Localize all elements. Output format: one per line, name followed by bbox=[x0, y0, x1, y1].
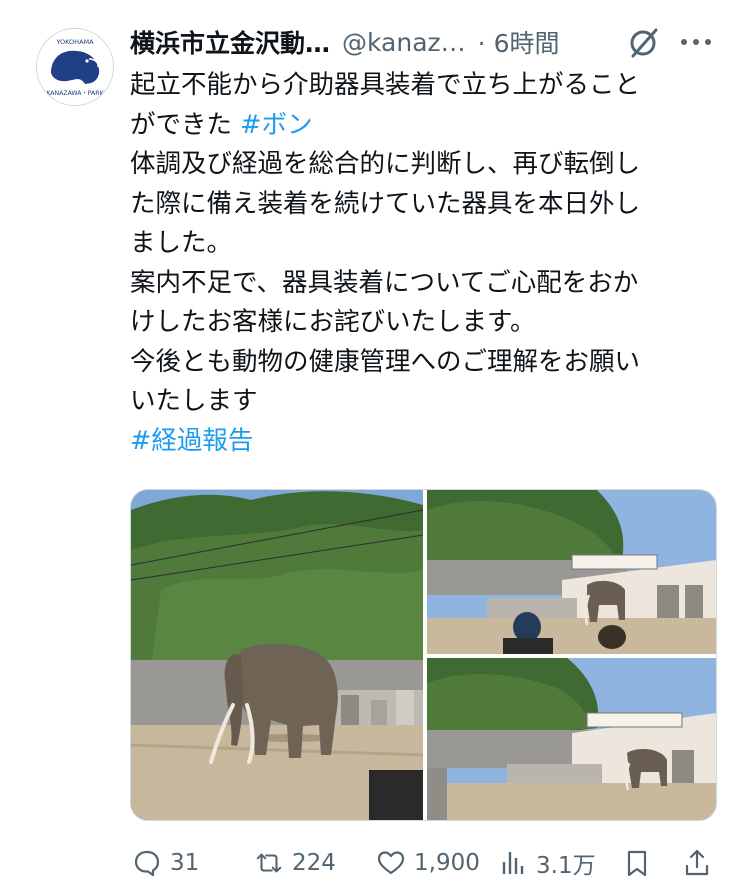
share-button[interactable] bbox=[682, 840, 712, 886]
photo-elephant-building[interactable] bbox=[427, 658, 716, 820]
text-line: 起立不能から介助器具装着で立ち上がること bbox=[130, 70, 641, 100]
avatar[interactable]: YOKOHAMA KANAZAWA・PARK bbox=[36, 28, 114, 106]
bookmark-icon bbox=[627, 850, 647, 877]
text-line: 案内不足で、器具装着についてご心配をおか bbox=[130, 267, 639, 298]
text-line: た際に備え装着を続けていた器具を本日外し bbox=[130, 188, 641, 219]
hashtag-link[interactable]: #ボン bbox=[240, 110, 312, 140]
svg-text:KANAZAWA・PARK: KANAZAWA・PARK bbox=[46, 90, 104, 97]
retweet-button[interactable]: 224 bbox=[254, 840, 336, 886]
text-line: 今後とも動物の健康管理へのご理解をお願い bbox=[130, 346, 641, 377]
text-line: ができた #ボン bbox=[130, 109, 313, 140]
hashtag-link[interactable]: #経過報告 bbox=[130, 426, 253, 456]
display-name[interactable]: 横浜市立金沢動… bbox=[130, 24, 330, 60]
views-count: 3.1万 bbox=[536, 853, 596, 879]
photo-elephant-enclosure[interactable] bbox=[131, 490, 423, 820]
kanazawa-park-logo-icon: YOKOHAMA KANAZAWA・PARK bbox=[39, 31, 111, 103]
views-button[interactable]: 3.1万 bbox=[498, 840, 596, 886]
photo-elephant-visitors[interactable] bbox=[427, 490, 716, 654]
reply-count: 31 bbox=[170, 850, 200, 876]
share-icon bbox=[685, 849, 709, 876]
text-line: 体調及び経過を総合的に判断し、再び転倒し bbox=[130, 149, 641, 179]
svg-text:YOKOHAMA: YOKOHAMA bbox=[55, 38, 94, 46]
retweet-count: 224 bbox=[292, 850, 336, 876]
text-line: ました。 bbox=[130, 228, 233, 258]
grok-icon[interactable] bbox=[626, 26, 662, 60]
bookmark-button[interactable] bbox=[622, 840, 652, 886]
text-line: いたします bbox=[130, 386, 258, 416]
reply-button[interactable]: 31 bbox=[132, 840, 199, 886]
reply-icon bbox=[134, 850, 160, 877]
retweet-icon bbox=[256, 853, 282, 873]
text-line: けしたお客様にお詫びいたします。 bbox=[130, 307, 536, 337]
like-button[interactable]: 1,900 bbox=[376, 840, 480, 886]
views-icon bbox=[502, 852, 524, 874]
media-grid bbox=[130, 489, 717, 821]
heart-icon bbox=[377, 851, 405, 875]
like-count: 1,900 bbox=[414, 850, 480, 876]
user-handle[interactable]: @kanaz… bbox=[342, 28, 466, 57]
tweet-timestamp[interactable]: · 6時間 bbox=[478, 24, 560, 60]
tweet-text: 起立不能から介助器具装着で立ち上がること ができた #ボン 体調及び経過を総合的… bbox=[130, 66, 715, 461]
more-options-icon[interactable] bbox=[676, 24, 716, 60]
action-bar: 31 224 1,900 3.1万 bbox=[130, 840, 720, 886]
text-line: #経過報告 bbox=[130, 422, 715, 462]
